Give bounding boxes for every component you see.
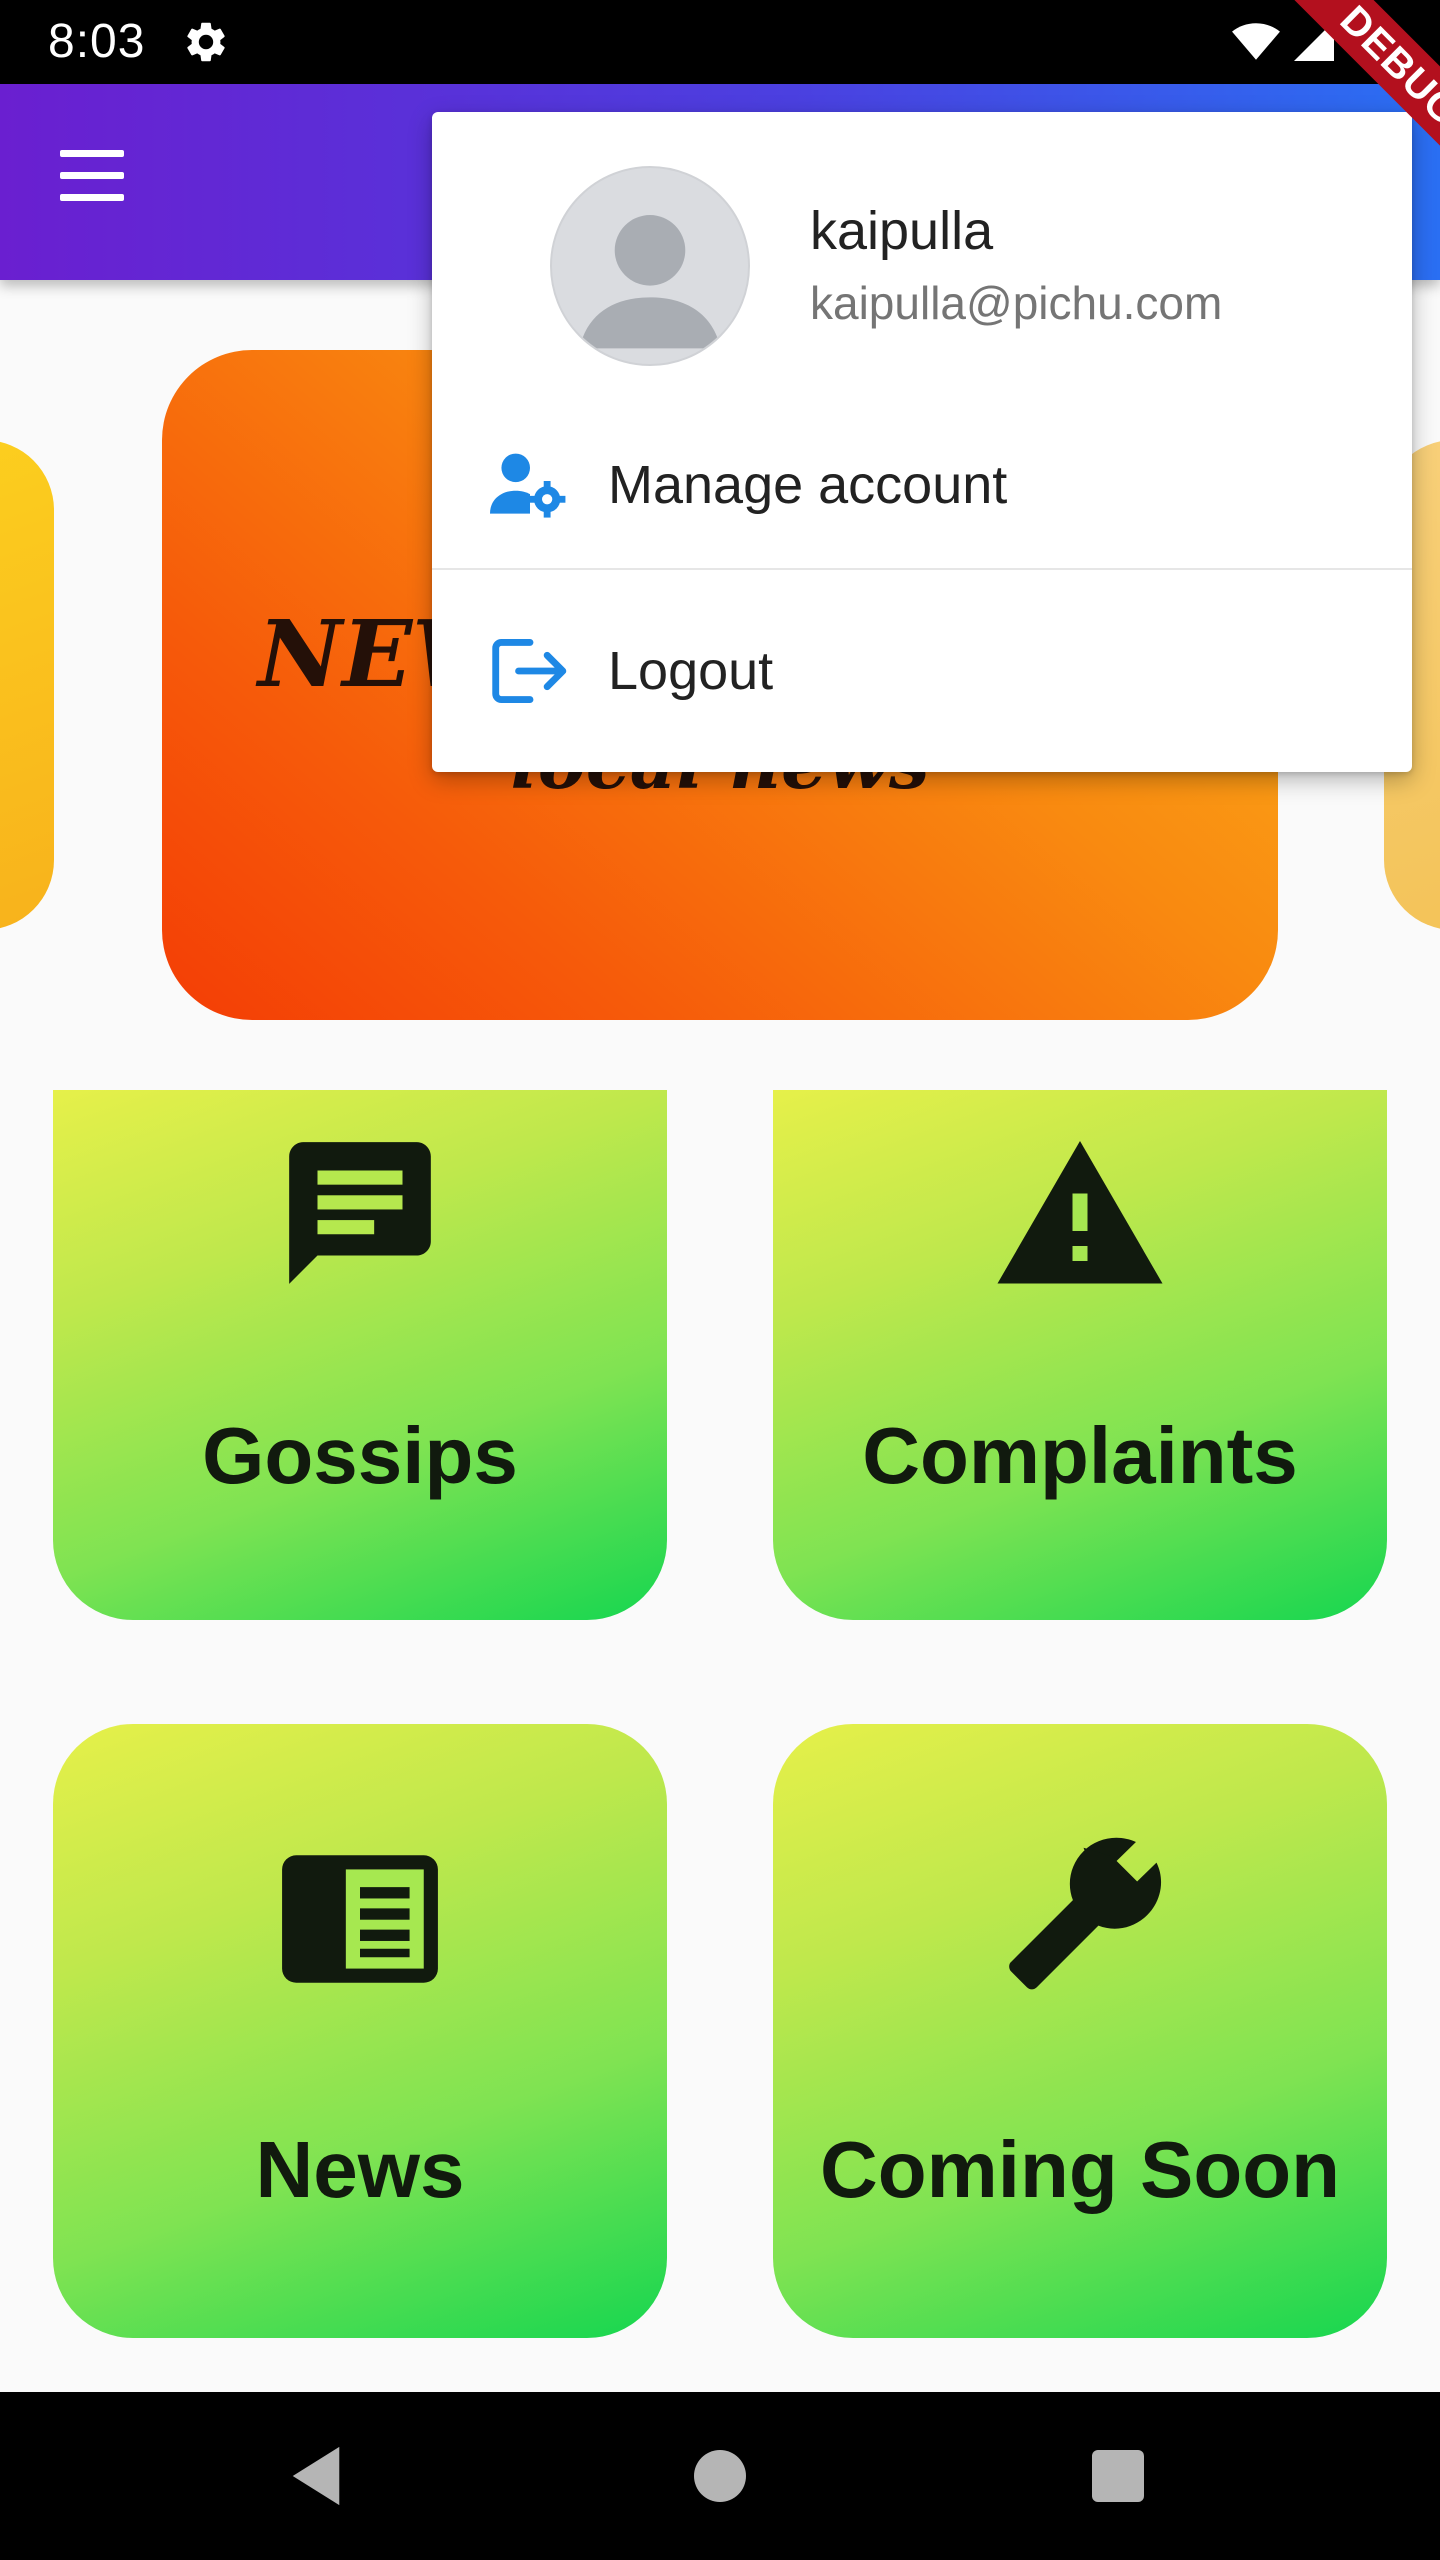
tile-complaints[interactable]: Complaints — [773, 1090, 1387, 1620]
chat-message-icon — [289, 1142, 431, 1284]
menu-item-manage-account[interactable]: Manage account — [432, 402, 1412, 562]
status-time: 8:03 — [48, 15, 146, 68]
tile-label-news: News — [255, 2125, 465, 2214]
menu-item-logout[interactable]: Logout — [432, 588, 1412, 748]
user-email: kaipulla@pichu.com — [810, 277, 1223, 329]
tools-wrench-hammer-icon — [1009, 1837, 1162, 1990]
carousel-card-previous[interactable] — [0, 440, 54, 930]
warning-triangle-icon — [997, 1141, 1163, 1284]
manage-account-icon — [490, 453, 566, 518]
status-bar: 8:03 — [0, 0, 1440, 84]
logout-icon — [492, 638, 567, 703]
user-name: kaipulla — [810, 201, 994, 261]
tile-label-gossips: Gossips — [202, 1411, 518, 1500]
menu-item-label-logout: Logout — [608, 641, 774, 701]
tile-coming-soon[interactable]: Coming Soon — [773, 1724, 1387, 2338]
tile-label-complaints: Complaints — [862, 1411, 1298, 1500]
avatar — [550, 166, 750, 366]
recents-icon[interactable] — [1092, 2450, 1144, 2502]
menu-item-label-manage-account: Manage account — [608, 455, 1008, 515]
settings-gear-icon — [187, 22, 225, 62]
home-icon[interactable] — [694, 2450, 746, 2502]
app-screen: 8:03 C NEW local news — [0, 0, 1440, 2560]
account-dropdown-menu: kaipulla kaipulla@pichu.com Manage accou… — [432, 112, 1412, 772]
tile-label-coming-soon: Coming Soon — [820, 2125, 1340, 2214]
newspaper-icon — [282, 1855, 438, 1983]
tile-news[interactable]: News — [53, 1724, 667, 2338]
back-icon[interactable] — [286, 2444, 346, 2508]
menu-divider — [432, 568, 1412, 570]
system-nav-bar — [0, 2392, 1440, 2560]
tile-gossips[interactable]: Gossips — [53, 1090, 667, 1620]
hamburger-menu-icon[interactable] — [56, 150, 128, 210]
wifi-icon — [1232, 23, 1280, 60]
user-avatar-icon — [579, 215, 721, 349]
